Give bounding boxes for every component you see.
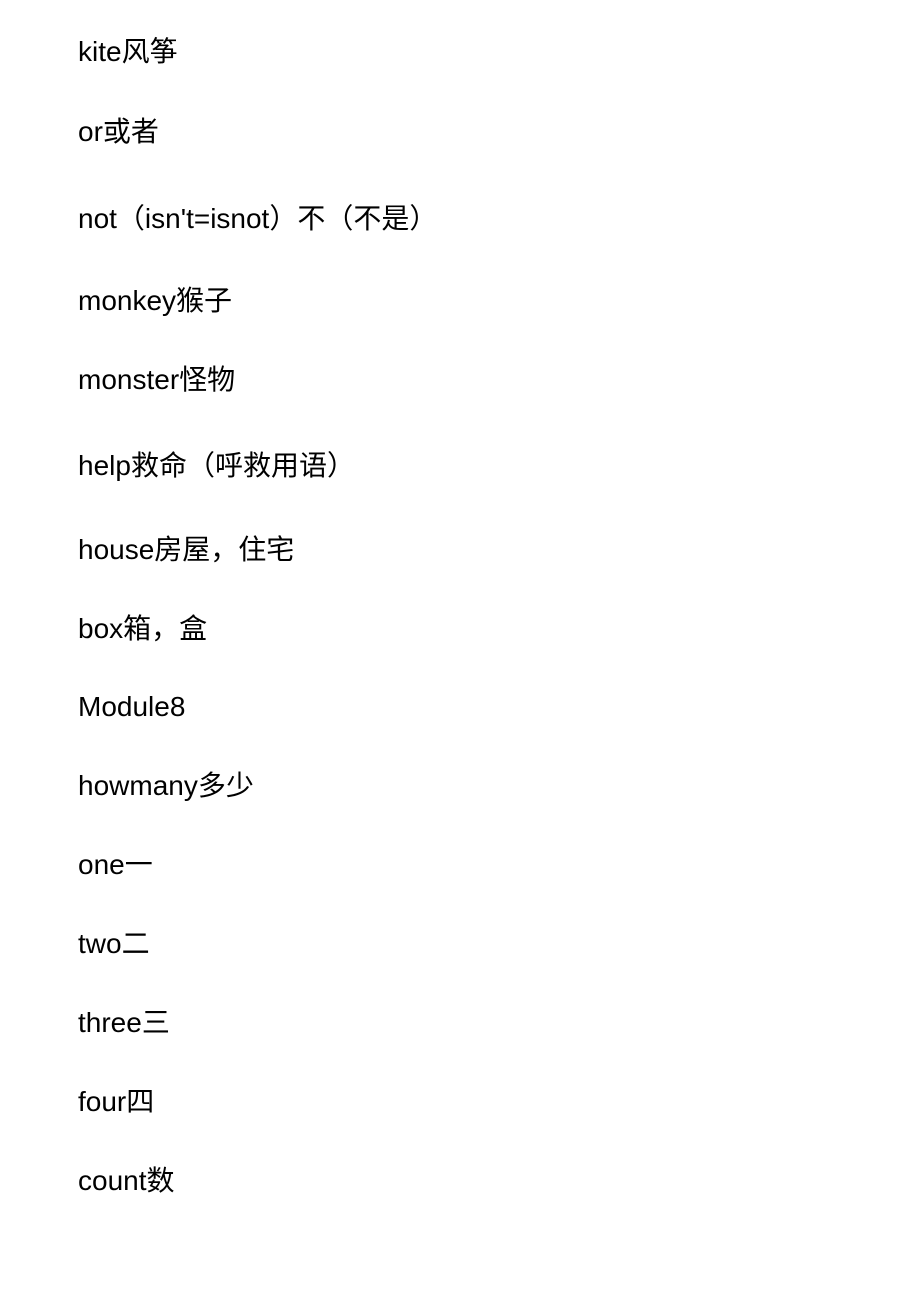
english-word: four — [78, 1086, 127, 1117]
english-word: kite — [78, 36, 122, 67]
vocab-entry-howmany: howmany多少 — [78, 768, 254, 804]
english-word: count — [78, 1165, 147, 1196]
chinese-meaning: 三 — [141, 1006, 170, 1039]
chinese-meaning: 猴子 — [176, 284, 233, 317]
document-page: kite风筝 or或者 not（isn't=isnot）不（不是） monkey… — [0, 0, 920, 1302]
chinese-meaning: 数 — [146, 1164, 175, 1197]
vocab-entry-box: box箱，盒 — [78, 611, 207, 647]
vocab-entry-two: two二 — [78, 926, 150, 962]
vocab-entry-house: house房屋，住宅 — [78, 532, 294, 568]
vocab-entry-count: count数 — [78, 1163, 175, 1199]
vocab-entry-help: help救命（呼救用语） — [78, 448, 355, 484]
vocab-entry-monster: monster怪物 — [78, 362, 235, 398]
english-word: monkey — [78, 285, 177, 316]
vocab-entry-monkey: monkey猴子 — [78, 283, 232, 319]
chinese-meaning: 或者 — [102, 115, 159, 148]
chinese-meaning: 四 — [126, 1085, 155, 1118]
chinese-meaning: 箱，盒 — [123, 612, 208, 645]
english-word: not（isn't=isnot） — [78, 203, 298, 234]
chinese-meaning: 救命（呼救用语） — [130, 449, 355, 482]
english-word: box — [78, 613, 124, 644]
module-title: Module8 — [78, 691, 186, 722]
chinese-meaning: 不（不是） — [297, 202, 438, 235]
english-word: one — [78, 849, 125, 880]
english-word: help — [78, 450, 131, 481]
chinese-meaning: 一 — [124, 848, 153, 881]
english-word: monster — [78, 364, 180, 395]
chinese-meaning: 房屋，住宅 — [154, 533, 295, 566]
vocab-entry-three: three三 — [78, 1005, 170, 1041]
english-word: house — [78, 534, 155, 565]
vocab-entry-kite: kite风筝 — [78, 34, 178, 70]
vocab-entry-or: or或者 — [78, 114, 159, 150]
vocab-entry-one: one一 — [78, 847, 153, 883]
english-word: howmany — [78, 770, 198, 801]
english-word: or — [78, 116, 103, 147]
vocab-entry-not: not（isn't=isnot）不（不是） — [78, 201, 437, 237]
vocab-entry-four: four四 — [78, 1084, 154, 1120]
english-word: three — [78, 1007, 142, 1038]
chinese-meaning: 怪物 — [179, 363, 236, 396]
english-word: two — [78, 928, 122, 959]
module-heading: Module8 — [78, 689, 185, 725]
chinese-meaning: 多少 — [197, 769, 254, 802]
chinese-meaning: 风筝 — [121, 35, 178, 68]
chinese-meaning: 二 — [121, 927, 150, 960]
